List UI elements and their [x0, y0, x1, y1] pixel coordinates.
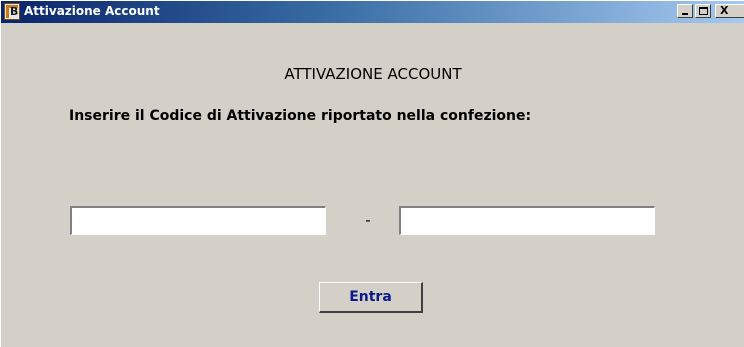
minimize-icon: [682, 13, 688, 15]
title-bar[interactable]: B Attivazione Account X: [1, 1, 744, 23]
instruction-text: Inserire il Codice di Attivazione riport…: [69, 108, 532, 124]
activation-code-part-1-input[interactable]: [69, 205, 327, 236]
activation-window: B Attivazione Account X ATTIVAZIONE ACCO…: [0, 0, 744, 347]
maximize-button[interactable]: [695, 4, 711, 18]
window-title: Attivazione Account: [24, 4, 160, 18]
app-icon-left-bar: [6, 5, 9, 18]
close-button[interactable]: X: [715, 4, 744, 18]
activation-code-part-2-input[interactable]: [398, 205, 656, 236]
entra-button[interactable]: Entra: [319, 282, 423, 313]
page-title: ATTIVAZIONE ACCOUNT: [1, 65, 744, 83]
minimize-button[interactable]: [677, 4, 693, 18]
code-separator: -: [365, 211, 371, 229]
page-title-text: ATTIVAZIONE ACCOUNT: [284, 65, 462, 83]
app-b-icon[interactable]: B: [4, 3, 20, 20]
close-icon: X: [720, 4, 729, 17]
maximize-icon: [699, 7, 708, 15]
app-icon-glyph: B: [10, 5, 19, 18]
